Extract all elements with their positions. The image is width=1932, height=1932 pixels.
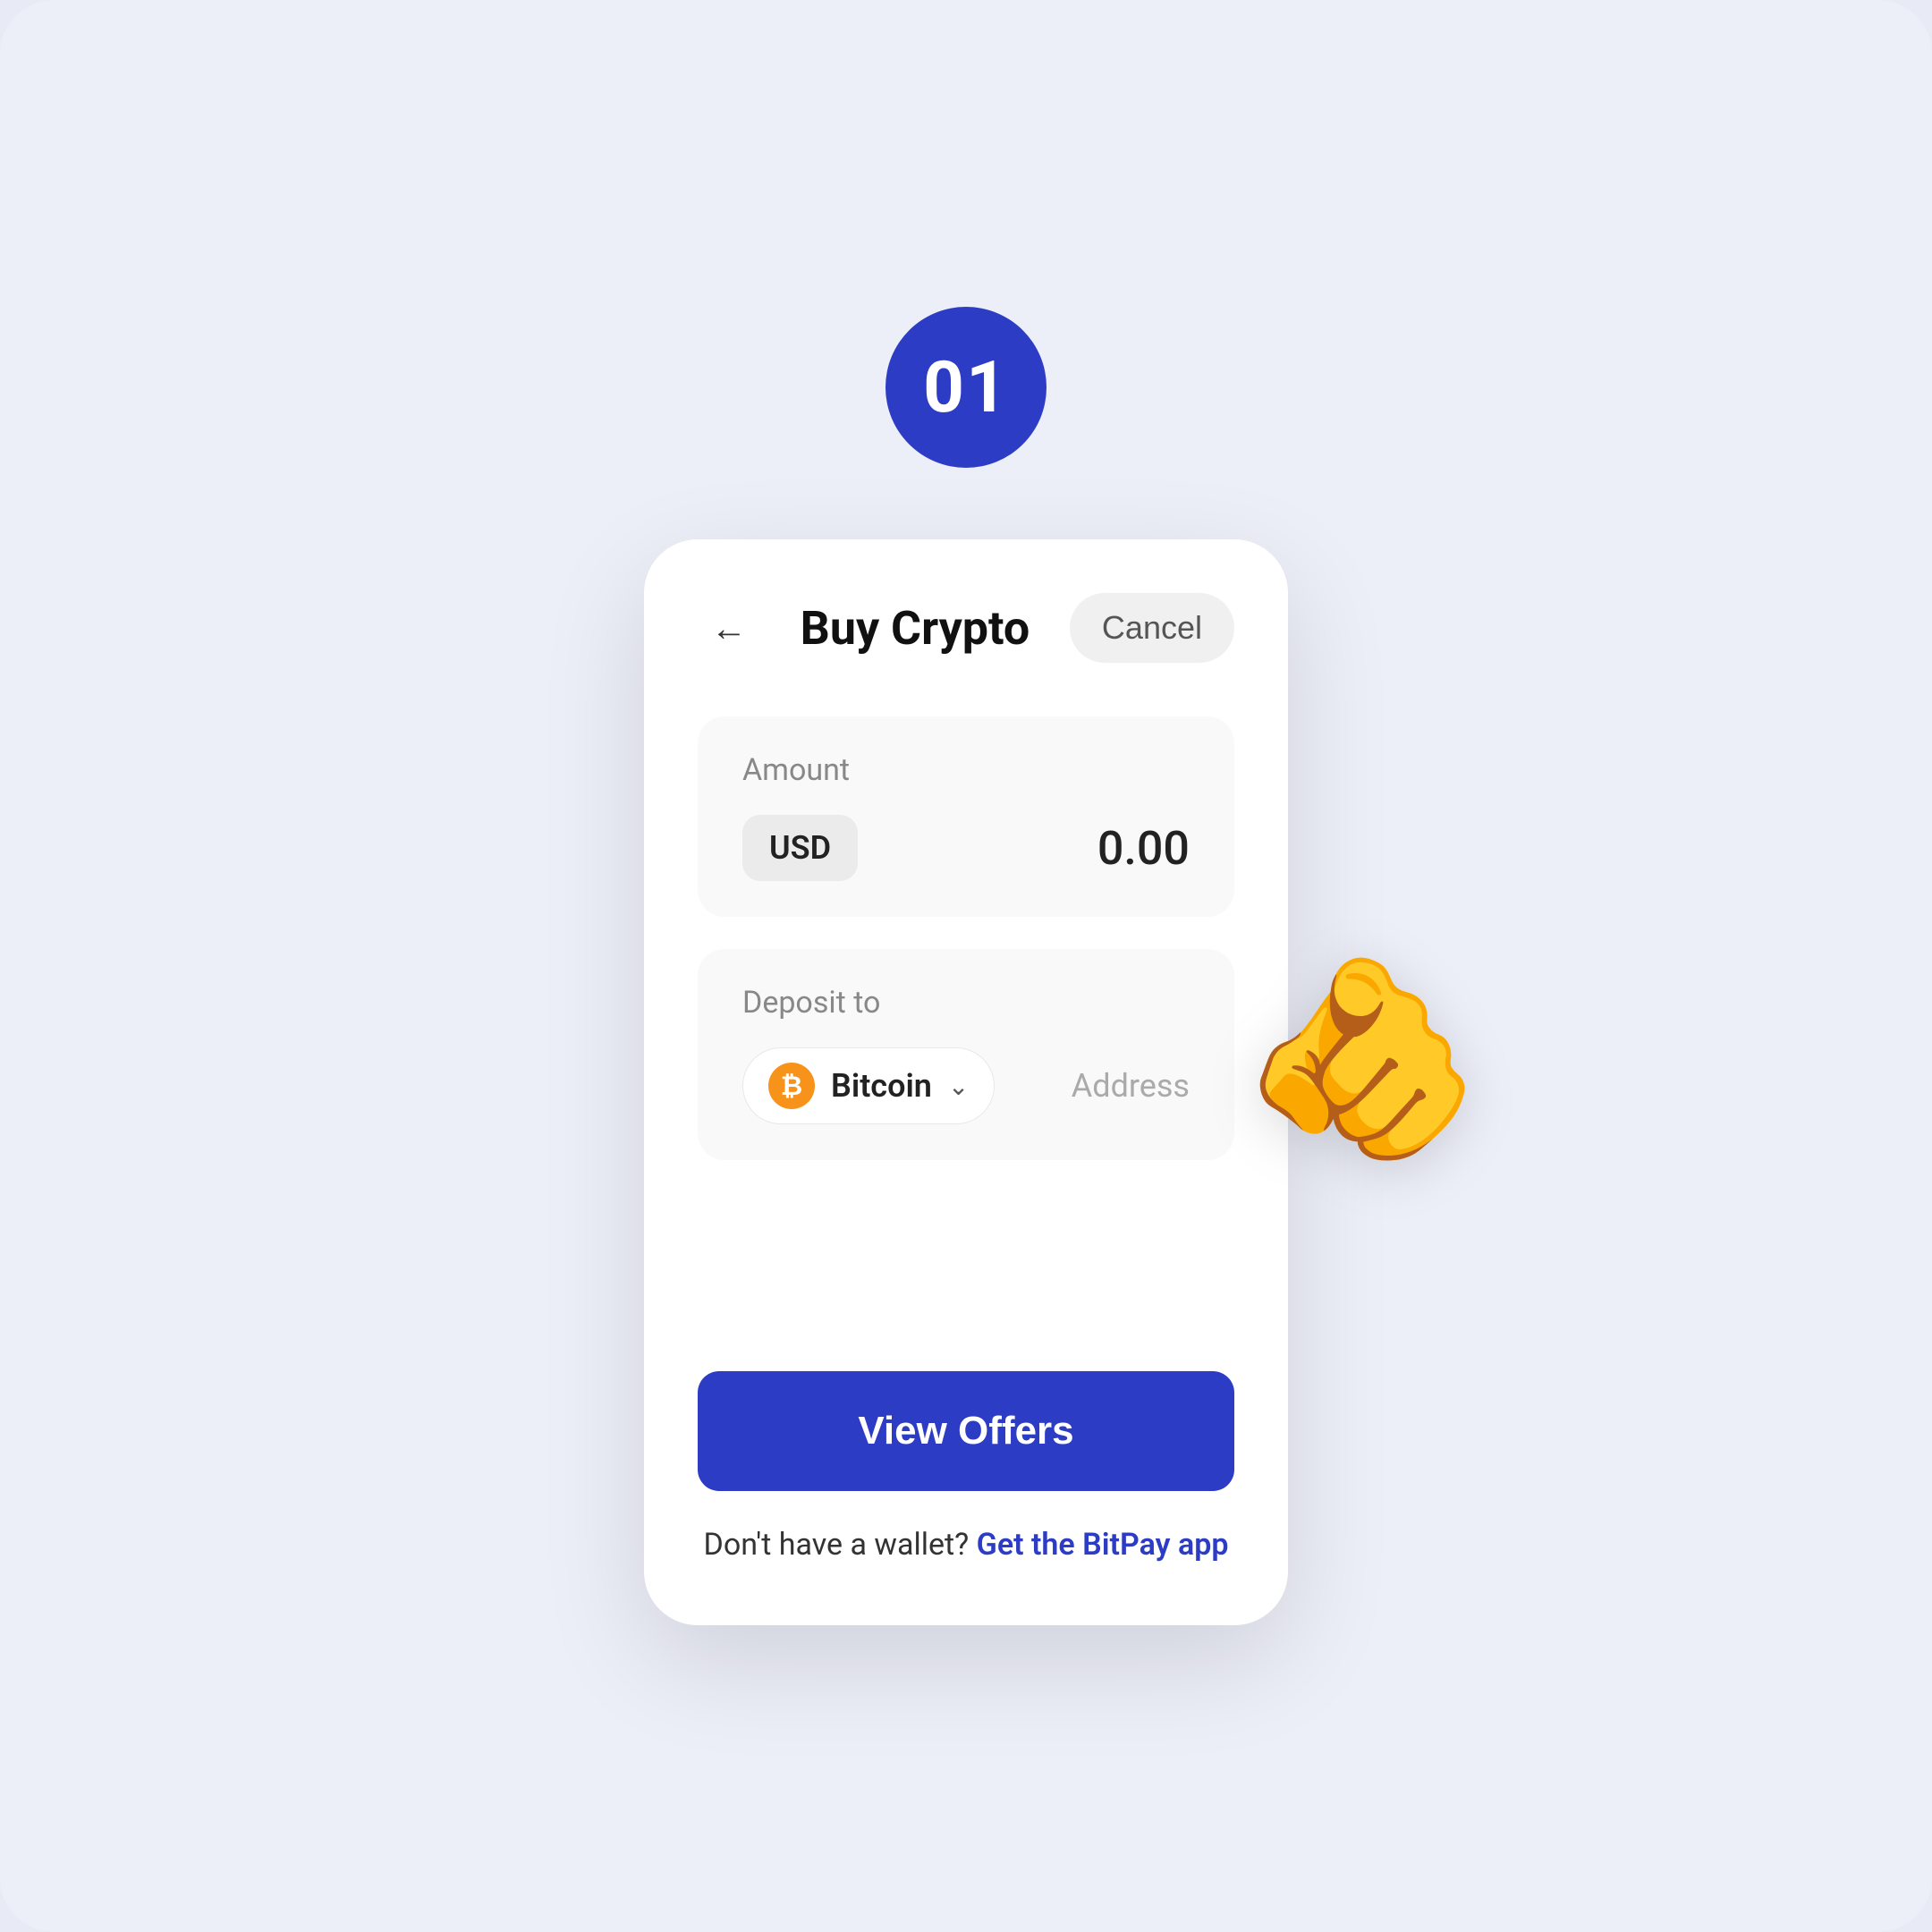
amount-row: USD 0.00 bbox=[742, 815, 1190, 881]
currency-badge[interactable]: USD bbox=[742, 815, 858, 881]
deposit-section: Deposit to ₿ Bitcoin ⌄ Address bbox=[698, 949, 1234, 1160]
chevron-down-icon: ⌄ bbox=[948, 1072, 969, 1101]
page-background: 01 ← Buy Crypto Cancel Amount USD bbox=[0, 0, 1932, 1932]
content-spacer bbox=[698, 1192, 1234, 1371]
phone-card-wrapper: ← Buy Crypto Cancel Amount USD 0.00 Depo… bbox=[644, 539, 1288, 1625]
crypto-selector[interactable]: ₿ Bitcoin ⌄ bbox=[742, 1047, 995, 1124]
back-arrow-icon: ← bbox=[711, 607, 747, 649]
amount-label: Amount bbox=[742, 752, 1190, 788]
deposit-label: Deposit to bbox=[742, 985, 1190, 1021]
page-title: Buy Crypto bbox=[801, 601, 1030, 656]
amount-section: Amount USD 0.00 bbox=[698, 716, 1234, 917]
card-header: ← Buy Crypto Cancel bbox=[698, 593, 1234, 663]
wallet-text-row: Don't have a wallet? Get the BitPay app bbox=[698, 1527, 1234, 1563]
phone-card: ← Buy Crypto Cancel Amount USD 0.00 Depo… bbox=[644, 539, 1288, 1625]
crypto-name: Bitcoin bbox=[831, 1067, 932, 1105]
view-offers-button[interactable]: View Offers bbox=[698, 1371, 1234, 1491]
step-number: 01 bbox=[923, 345, 1009, 429]
get-bitpay-app-link[interactable]: Get the BitPay app bbox=[977, 1527, 1229, 1563]
cancel-button[interactable]: Cancel bbox=[1070, 593, 1234, 663]
content-area: 01 ← Buy Crypto Cancel Amount USD bbox=[644, 307, 1288, 1625]
bitcoin-icon: ₿ bbox=[768, 1063, 815, 1109]
no-wallet-text: Don't have a wallet? bbox=[704, 1527, 970, 1563]
bitcoin-symbol: ₿ bbox=[781, 1071, 802, 1102]
step-badge: 01 bbox=[886, 307, 1046, 468]
back-button[interactable]: ← bbox=[698, 597, 760, 659]
amount-value[interactable]: 0.00 bbox=[1097, 821, 1190, 876]
deposit-row: ₿ Bitcoin ⌄ Address bbox=[742, 1047, 1190, 1124]
address-label[interactable]: Address bbox=[1072, 1067, 1190, 1105]
